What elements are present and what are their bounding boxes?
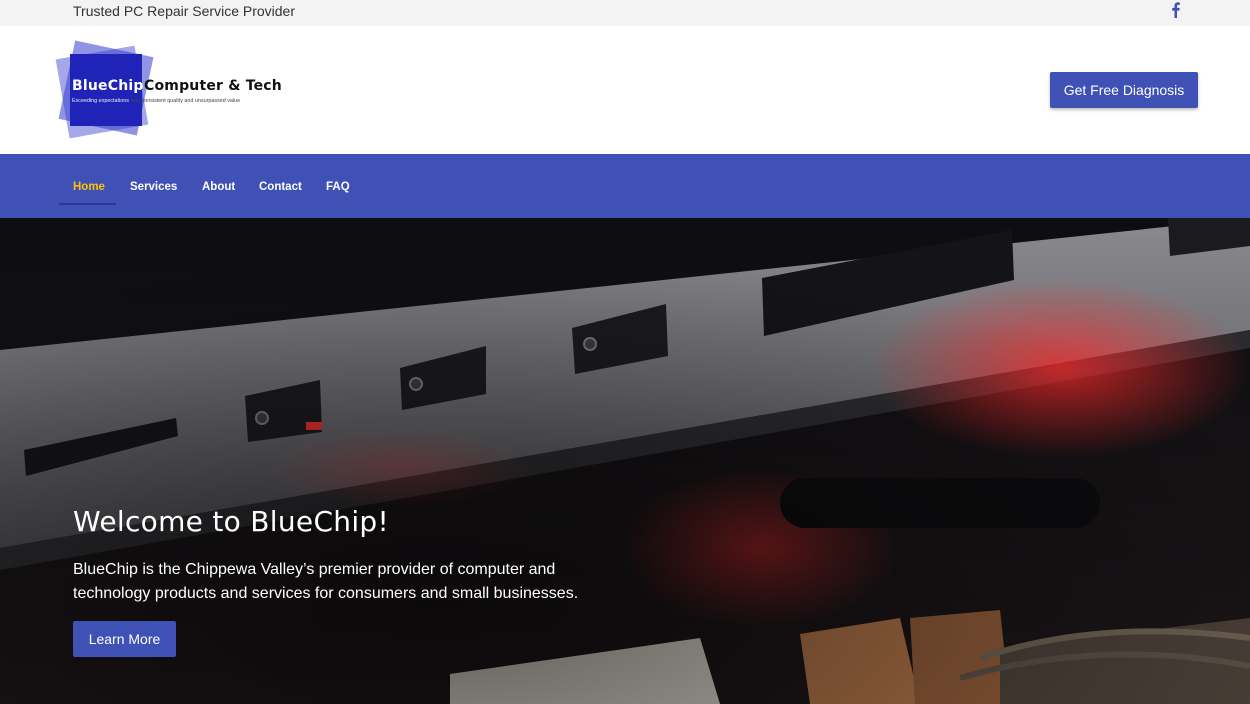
main-nav: Home Services About Contact FAQ [0,154,1250,218]
logo-slogan-part1: Exceeding expectations [72,98,129,104]
nav-item-services[interactable]: Services [130,154,177,218]
nav-item-home[interactable]: Home [73,154,105,218]
facebook-icon[interactable] [1168,1,1184,19]
learn-more-button[interactable]: Learn More [73,621,176,657]
nav-item-faq[interactable]: FAQ [326,154,350,218]
logo-slogan-part2: with consistent quality and unsurpassed … [128,98,241,104]
hero-description: BlueChip is the Chippewa Valley’s premie… [73,561,579,602]
top-bar: Trusted PC Repair Service Provider [0,0,1250,26]
tagline: Trusted PC Repair Service Provider [73,3,296,19]
get-free-diagnosis-button[interactable]: Get Free Diagnosis [1050,72,1198,108]
hero-title: Welcome to BlueChip! [73,505,390,538]
nav-active-underline [59,203,116,205]
nav-item-about[interactable]: About [202,154,235,218]
logo-brand-computer-tech: Computer & Tech [144,78,282,94]
nav-item-contact[interactable]: Contact [259,154,302,218]
site-logo[interactable]: BlueChip Computer & Tech Exceeding expec… [55,40,288,142]
logo-brand-bluechip: BlueChip [72,78,144,94]
hero-background-image [0,218,1250,704]
site-header: BlueChip Computer & Tech Exceeding expec… [0,26,1250,154]
hero-section: Welcome to BlueChip! BlueChip is the Chi… [0,218,1250,704]
logo-slogan: Exceeding expectations with consistent q… [72,98,240,104]
